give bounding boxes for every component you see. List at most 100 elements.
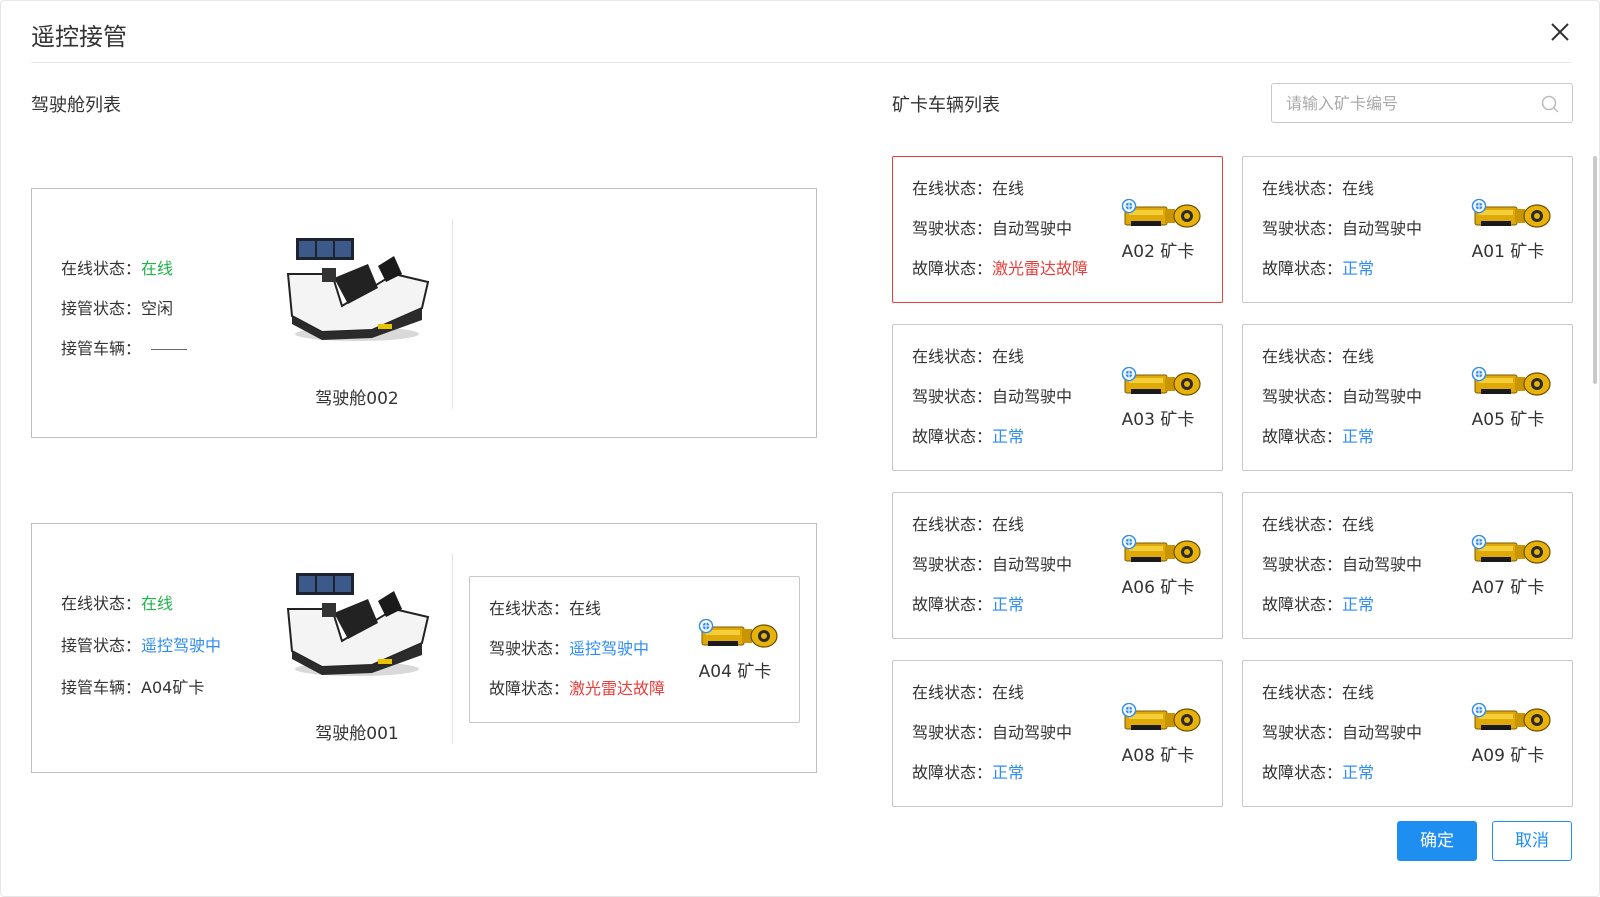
truck-search-input[interactable] (1286, 92, 1526, 114)
truck-card[interactable]: 在线状态：在线 驾驶状态：自动驾驶中 故障状态：正常 A03 矿卡 (892, 324, 1223, 471)
empty-vehicle-dash (151, 349, 188, 350)
fault-status-value: 正常 (992, 763, 1025, 782)
truck-card[interactable]: 在线状态：在线 驾驶状态：自动驾驶中 故障状态：正常 A09 矿卡 (1242, 660, 1573, 807)
cockpit-simulator-image (282, 569, 432, 679)
online-status-value: 在线 (569, 599, 602, 618)
cockpit-card-002[interactable]: 在线状态：在线 接管状态：空闲 接管车辆： 驾驶舱002 (31, 188, 817, 438)
cockpit-list-title: 驾驶舱列表 (31, 95, 121, 116)
truck-card[interactable]: 在线状态：在线 驾驶状态：自动驾驶中 故障状态：正常 A07 矿卡 (1242, 492, 1573, 639)
online-status-label: 在线状态： (1262, 179, 1343, 198)
drive-status-label: 驾驶状态： (1262, 723, 1343, 742)
drive-status-label: 驾驶状态： (1262, 555, 1343, 574)
linked-truck-card[interactable]: 在线状态：在线 驾驶状态：遥控驾驶中 故障状态：激光雷达故障 A04 矿卡 (469, 576, 800, 723)
online-status-value: 在线 (992, 515, 1025, 534)
truck-search-box[interactable] (1271, 83, 1573, 123)
cockpit-name: 驾驶舱001 (315, 724, 399, 744)
truck-card[interactable]: 在线状态：在线 驾驶状态：自动驾驶中 故障状态：正常 A08 矿卡 (892, 660, 1223, 807)
takeover-vehicle-label: 接管车辆： (61, 678, 142, 697)
cockpit-name: 驾驶舱002 (315, 389, 399, 409)
drive-status-value: 自动驾驶中 (1342, 555, 1423, 574)
cockpit-divider (452, 554, 453, 744)
truck-list-title: 矿卡车辆列表 (892, 95, 1000, 116)
mining-truck-icon (1471, 535, 1551, 569)
truck-info: 在线状态：在线驾驶状态：自动驾驶中故障状态：正常 (1262, 515, 1422, 635)
truck-info: 在线状态：在线 驾驶状态：自动驾驶中 故障状态：正常 (1262, 683, 1422, 803)
online-status-value: 在线 (1342, 179, 1375, 198)
drive-status-label: 驾驶状态： (489, 639, 570, 658)
online-status-value: 在线 (1342, 515, 1375, 534)
online-status-label: 在线状态： (912, 347, 993, 366)
truck-label: A03 矿卡 (1121, 410, 1195, 430)
takeover-vehicle-value: A04矿卡 (141, 678, 205, 697)
online-status-label: 在线状态： (1262, 515, 1343, 534)
mining-truck-icon (698, 619, 778, 653)
truck-info: 在线状态：在线 驾驶状态：自动驾驶中 故障状态：正常 (1262, 179, 1422, 299)
search-icon[interactable] (1540, 94, 1560, 114)
truck-label: A02 矿卡 (1121, 242, 1195, 262)
truck-card[interactable]: 在线状态：在线 驾驶状态：自动驾驶中 故障状态：正常 A06 矿卡 (892, 492, 1223, 639)
cockpit-divider (452, 219, 453, 409)
fault-status-label: 故障状态： (912, 595, 993, 614)
fault-status-value: 正常 (1342, 259, 1375, 278)
mining-truck-icon (1471, 199, 1551, 233)
drive-status-value: 遥控驾驶中 (569, 639, 650, 658)
drive-status-label: 驾驶状态： (1262, 219, 1343, 238)
drive-status-value: 自动驾驶中 (992, 387, 1073, 406)
online-status-label: 在线状态： (912, 515, 993, 534)
takeover-status-value: 空闲 (141, 299, 174, 318)
online-status-label: 在线状态： (912, 683, 993, 702)
fault-status-value: 正常 (992, 427, 1025, 446)
fault-status-value: 激光雷达故障 (992, 259, 1089, 278)
truck-info: 在线状态：在线 驾驶状态：自动驾驶中 故障状态：正常 (912, 683, 1072, 803)
drive-status-label: 驾驶状态： (912, 219, 993, 238)
takeover-status-label: 接管状态： (61, 299, 142, 318)
mining-truck-icon (1121, 199, 1201, 233)
online-status-value: 在线 (992, 683, 1025, 702)
fault-status-value: 正常 (992, 595, 1025, 614)
close-icon[interactable] (1547, 19, 1573, 45)
truck-label: A01 矿卡 (1471, 242, 1545, 262)
truck-label: A04 矿卡 (698, 662, 772, 682)
drive-status-label: 驾驶状态： (912, 723, 993, 742)
online-status-label: 在线状态： (1262, 683, 1343, 702)
drive-status-value: 自动驾驶中 (992, 723, 1073, 742)
truck-info: 在线状态：在线 驾驶状态：遥控驾驶中 故障状态：激光雷达故障 (489, 599, 665, 719)
drive-status-label: 驾驶状态： (912, 555, 993, 574)
takeover-status-value: 遥控驾驶中 (141, 636, 222, 655)
drive-status-value: 自动驾驶中 (992, 555, 1073, 574)
header-divider (31, 62, 1571, 63)
drive-status-value: 自动驾驶中 (992, 219, 1073, 238)
cockpit-info: 在线状态：在线 接管状态：空闲 接管车辆： (61, 259, 188, 379)
truck-info: 在线状态：在线驾驶状态：自动驾驶中故障状态：正常 (912, 515, 1072, 635)
mining-truck-icon (1121, 535, 1201, 569)
online-status-value: 在线 (141, 259, 174, 278)
fault-status-label: 故障状态： (1262, 595, 1343, 614)
cockpit-card-001[interactable]: 在线状态：在线 接管状态：遥控驾驶中 接管车辆：A04矿卡 驾驶舱001 在线状… (31, 523, 817, 773)
fault-status-label: 故障状态： (1262, 763, 1343, 782)
confirm-button[interactable]: 确定 (1397, 821, 1477, 861)
online-status-value: 在线 (1342, 683, 1375, 702)
online-status-label: 在线状态： (61, 594, 142, 613)
fault-status-label: 故障状态： (489, 679, 570, 698)
takeover-status-label: 接管状态： (61, 636, 142, 655)
cancel-button[interactable]: 取消 (1492, 821, 1572, 861)
mining-truck-icon (1471, 367, 1551, 401)
truck-card[interactable]: 在线状态：在线 驾驶状态：自动驾驶中 故障状态：正常 A05 矿卡 (1242, 324, 1573, 471)
fault-status-value: 正常 (1342, 427, 1375, 446)
online-status-label: 在线状态： (1262, 347, 1343, 366)
fault-status-value: 激光雷达故障 (569, 679, 666, 698)
truck-label: A08 矿卡 (1121, 746, 1195, 766)
drive-status-label: 驾驶状态： (1262, 387, 1343, 406)
scrollbar[interactable] (1593, 156, 1597, 384)
drive-status-label: 驾驶状态： (912, 387, 993, 406)
fault-status-label: 故障状态： (912, 427, 993, 446)
takeover-vehicle-label: 接管车辆： (61, 339, 142, 358)
fault-status-value: 正常 (1342, 595, 1375, 614)
truck-info: 在线状态：在线 驾驶状态：自动驾驶中 故障状态：正常 (1262, 347, 1422, 467)
truck-info: 在线状态：在线 驾驶状态：自动驾驶中 故障状态：正常 (912, 347, 1072, 467)
truck-card[interactable]: 在线状态：在线 驾驶状态：自动驾驶中 故障状态：激光雷达故障 A02 矿卡 (892, 156, 1223, 303)
online-status-label: 在线状态： (61, 259, 142, 278)
truck-card[interactable]: 在线状态：在线 驾驶状态：自动驾驶中 故障状态：正常 A01 矿卡 (1242, 156, 1573, 303)
online-status-value: 在线 (992, 179, 1025, 198)
mining-truck-icon (1471, 703, 1551, 737)
